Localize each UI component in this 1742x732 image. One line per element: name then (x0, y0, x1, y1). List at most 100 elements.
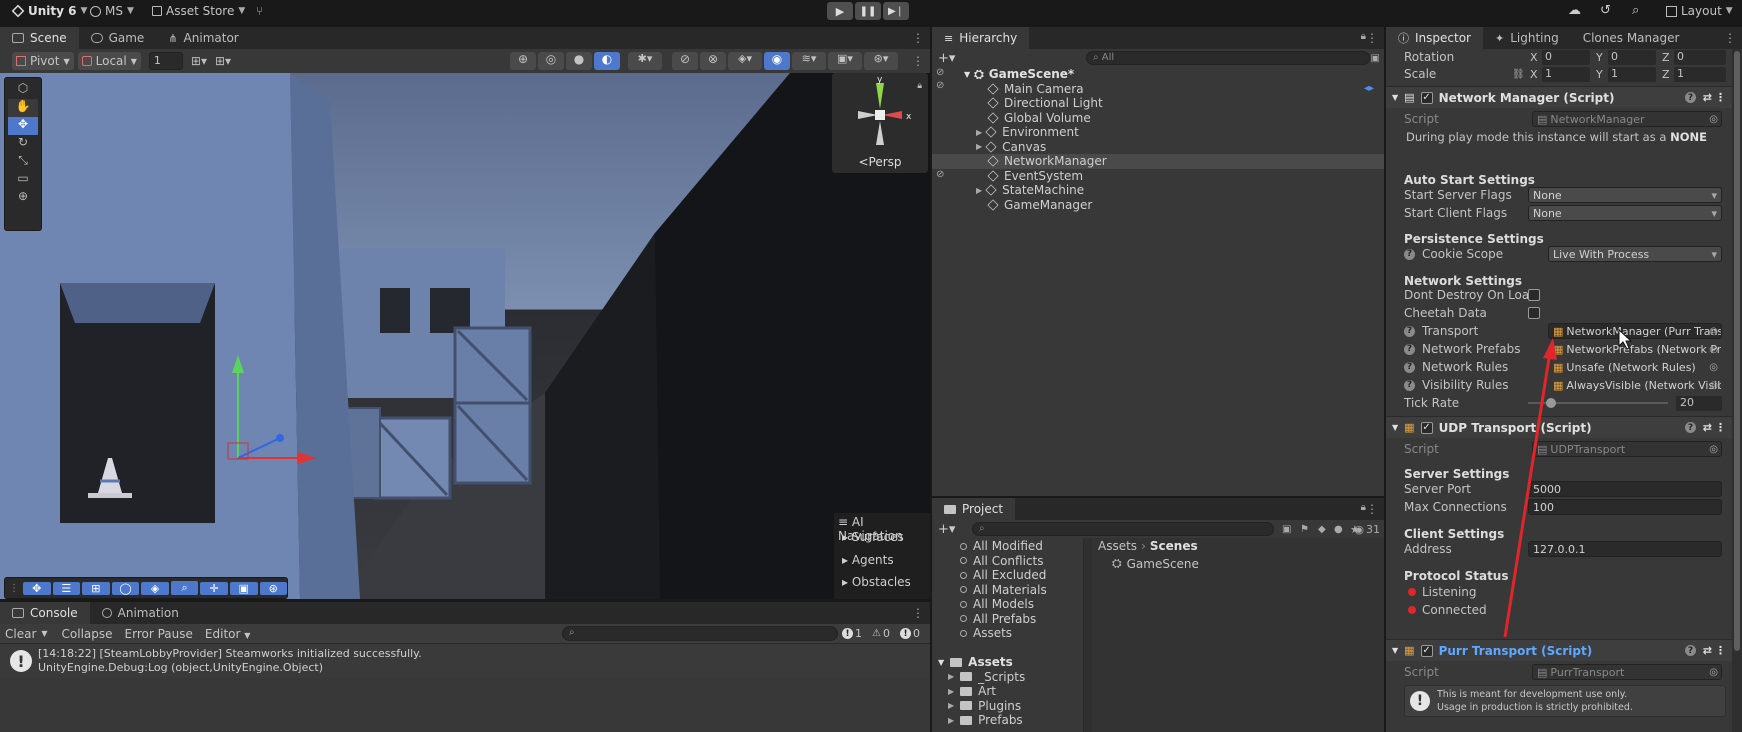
rotate-tool-icon[interactable]: ↻ (8, 135, 38, 153)
favorite-item[interactable]: All Models (960, 597, 1034, 612)
start-server-dropdown[interactable]: None (1528, 187, 1722, 203)
inspector-scrollbar[interactable] (1732, 49, 1742, 732)
scale-y-field[interactable]: 1 (1608, 66, 1656, 82)
project-scrollbar[interactable] (1084, 538, 1092, 732)
lock-icon[interactable]: 🔒︎ (917, 81, 922, 91)
increment-snap-icon[interactable]: ⊞▾ (215, 54, 231, 68)
help-icon[interactable]: ? (1685, 645, 1696, 656)
tick-rate-field[interactable]: 20 (1676, 395, 1722, 411)
hierarchy-item[interactable]: Global Volume (932, 111, 1384, 126)
move-tool-icon[interactable]: ✥ (8, 117, 38, 135)
rect-tool-icon[interactable]: ▭ (8, 171, 38, 189)
shaded-icon[interactable]: ● (566, 52, 592, 70)
folder-item[interactable]: ▶ _Scripts (948, 670, 1025, 685)
folder-item[interactable]: ▶ Art (948, 684, 996, 699)
address-field[interactable]: 127.0.0.1 (1528, 541, 1722, 557)
tab-clones-manager[interactable]: Clones Manager (1571, 27, 1692, 49)
favorite-item[interactable]: Assets (960, 626, 1012, 641)
hierarchy-item[interactable]: GameManager (932, 198, 1384, 213)
folder-item[interactable]: ▶ Plugins (948, 699, 1021, 714)
play-button[interactable]: ▶ (827, 2, 853, 20)
rot-y-field[interactable]: 0 (1608, 49, 1656, 65)
hierarchy-item[interactable]: ▶ StateMachine (932, 183, 1384, 198)
help-icon[interactable]: ? (1404, 343, 1415, 355)
breadcrumb-scenes[interactable]: Scenes (1150, 539, 1198, 553)
breadcrumb-assets[interactable]: Assets (1098, 539, 1137, 553)
favorite-item[interactable]: All Prefabs (960, 612, 1036, 627)
clear-dropdown-icon[interactable]: ▼ (41, 629, 47, 638)
start-client-dropdown[interactable]: None (1528, 205, 1722, 221)
add-object-button[interactable]: +▾ (938, 51, 955, 66)
hierarchy-item[interactable]: Main Camera ◂▸ (932, 82, 1384, 97)
scene-viewport[interactable]: ⬡ ✋ ✥ ↻ ⤡ ▭ ⊕ y x <Persp 🔒︎ ≡ AI Navigat… (0, 73, 930, 599)
help-icon[interactable]: ? (1404, 361, 1415, 373)
tick-rate-slider[interactable] (1528, 396, 1668, 410)
preset-icon[interactable]: ⇄ (1703, 644, 1712, 657)
render-mode-icon[interactable]: ◐ (594, 52, 620, 70)
network-prefabs-field[interactable]: ▦ NetworkPrefabs (Network Pr (1548, 341, 1722, 357)
visibility-rules-field[interactable]: ▦ AlwaysVisible (Network Visib (1548, 377, 1722, 393)
hierarchy-item[interactable]: ▶ Environment (932, 125, 1384, 140)
purr-transport-header[interactable]: ▼ ▦ ✓ Purr Transport (Script) ? ⇄ ⋮ (1386, 639, 1732, 661)
tab-animator[interactable]: ⋔ Animator (156, 27, 250, 49)
scale-tool-icon[interactable]: ⤡ (8, 153, 38, 171)
component-menu-icon[interactable]: ⋮ (1715, 421, 1726, 434)
log-filter-icon[interactable]: ● (1334, 524, 1343, 535)
ai-nav-item-agents[interactable]: ▸ Agents (842, 553, 894, 567)
assets-root-folder[interactable]: ▼ Assets (938, 655, 1013, 670)
rot-z-field[interactable]: 0 (1674, 49, 1726, 65)
transport-field[interactable]: ▦ NetworkManager (Purr Trans (1548, 323, 1722, 339)
unity-menu-button[interactable]: Unity 6 ▼ (6, 0, 93, 22)
more-menu-icon[interactable]: ⋮ (1366, 502, 1378, 516)
hierarchy-item[interactable]: Directional Light (932, 96, 1384, 111)
layout-dropdown[interactable]: Layout ▼ (1660, 0, 1739, 22)
tab-game[interactable]: Game (79, 27, 157, 49)
collapse-button[interactable]: Collapse (56, 627, 119, 641)
enabled-checkbox[interactable]: ✓ (1420, 91, 1433, 104)
enabled-checkbox[interactable]: ✓ (1420, 421, 1433, 434)
move-mode-icon[interactable]: ✥ (23, 581, 51, 595)
pan-icon[interactable]: ✛ (200, 581, 228, 595)
pause-button[interactable]: ❚❚ (855, 2, 881, 20)
audio-mute-icon[interactable]: ⊘ (672, 52, 698, 70)
cheetah-checkbox[interactable] (1528, 307, 1540, 319)
tab-scene[interactable]: Scene (0, 27, 79, 49)
hierarchy-item[interactable]: EventSystem (932, 169, 1384, 184)
help-icon[interactable]: ? (1404, 325, 1415, 337)
pivot-dropdown[interactable]: Pivot ▼ (12, 52, 74, 70)
search-by-type-icon[interactable]: ▣ (1282, 524, 1291, 535)
editor-dropdown[interactable]: Editor ▼ (199, 627, 257, 641)
console-log-entry[interactable]: ! [14:18:22] [SteamLobbyProvider] Steamw… (0, 644, 930, 678)
create-asset-button[interactable]: +▾ (938, 522, 955, 537)
preset-icon[interactable]: ⇄ (1703, 91, 1712, 104)
grid-visibility-icon[interactable]: ⊞ (82, 581, 110, 595)
clear-button[interactable]: Clear (0, 627, 41, 641)
tab-console[interactable]: Console (0, 602, 90, 624)
more-menu-icon[interactable]: ⋮ (912, 606, 924, 620)
globe-icon[interactable]: ⊕ (510, 52, 536, 70)
network-rules-field[interactable]: ▦ Unsafe (Network Rules) (1548, 359, 1722, 375)
console-search-input[interactable]: ⌕ (562, 626, 838, 641)
help-icon[interactable]: ? (1685, 92, 1696, 103)
probe-icon[interactable]: ◈ (141, 581, 169, 595)
favorite-item[interactable]: All Conflicts (960, 554, 1043, 569)
persp-toggle[interactable]: <Persp (832, 155, 928, 169)
tab-inspector[interactable]: ⓘ Inspector (1386, 27, 1483, 49)
warning-count-toggle[interactable]: ⚠ 0 (872, 627, 890, 640)
layers-icon[interactable]: ◈▾ (728, 52, 762, 70)
local-dropdown[interactable]: Local ▼ (77, 52, 141, 70)
scene-row[interactable]: ▼ ⛭ GameScene* (932, 67, 1384, 82)
search-icon[interactable]: ⌕ (1632, 3, 1639, 18)
help-icon[interactable]: ? (1404, 248, 1415, 260)
preset-icon[interactable]: ⇄ (1703, 421, 1712, 434)
version-control-icon[interactable]: ⑂ (256, 4, 263, 18)
search-options-icon[interactable]: ▣ (1371, 53, 1380, 64)
enabled-checkbox[interactable]: ✓ (1420, 644, 1433, 657)
more-menu-icon[interactable]: ⋮ (912, 54, 924, 68)
transform-tool-icon[interactable]: ⊕ (8, 189, 38, 207)
orientation-gizmo[interactable]: y x <Persp 🔒︎ (832, 73, 928, 173)
error-count-toggle[interactable]: ! 0 (900, 627, 920, 640)
grid-snap-icon[interactable]: ⊞▾ (191, 54, 207, 68)
folder-item[interactable]: ▶ Prefabs (948, 713, 1023, 728)
favorite-item[interactable]: All Modified (960, 539, 1043, 554)
